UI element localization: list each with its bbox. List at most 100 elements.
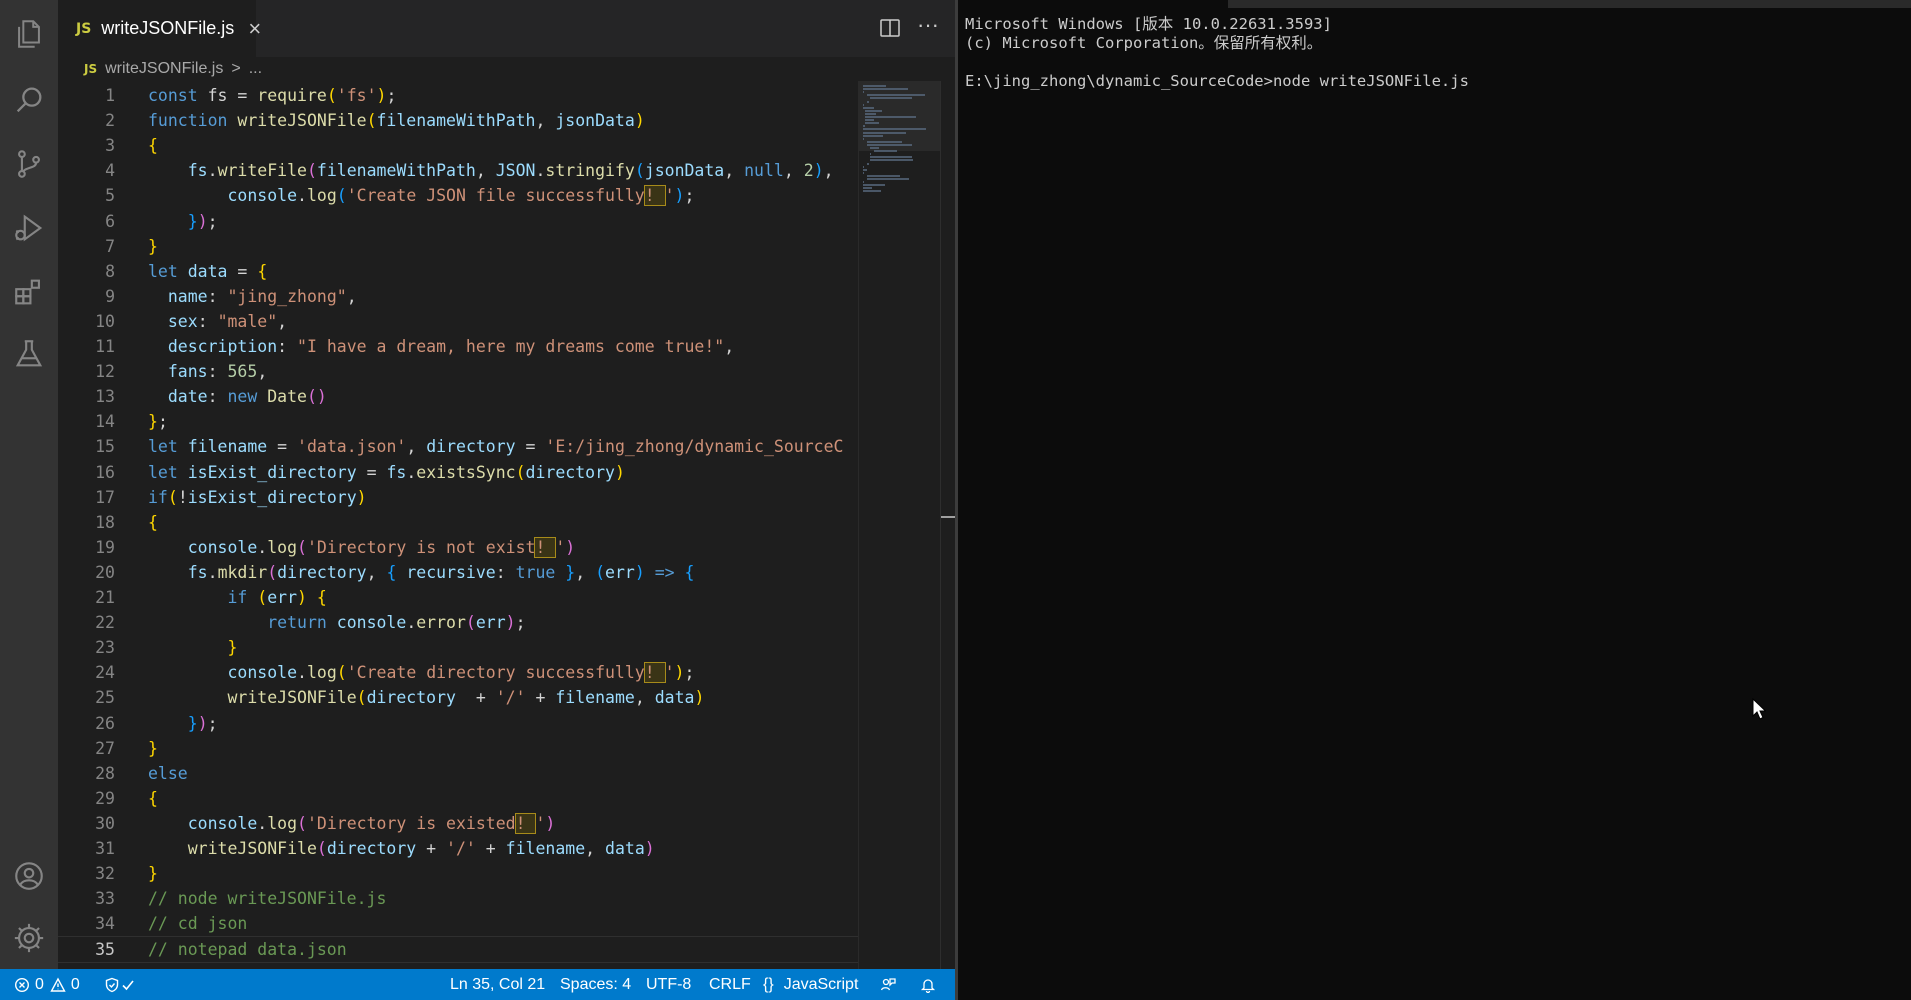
code-text: console.log('Create JSON file successful… — [227, 185, 695, 207]
code-editor[interactable]: 1 const fs = require('fs'); 2 function writ… — [58, 81, 858, 969]
code-line[interactable]: 14}; — [58, 409, 858, 434]
indentation[interactable]: Spaces: 4 — [560, 969, 631, 1000]
code-line[interactable]: 32} — [58, 861, 858, 886]
minimap-line — [863, 103, 864, 106]
code-line[interactable]: 21 if (err) { — [58, 585, 858, 610]
code-line[interactable]: 33 // node writeJSONFile.js — [58, 886, 858, 911]
code-line[interactable]: 10 sex: "male", — [58, 309, 858, 334]
security-check-icon[interactable] — [104, 969, 136, 1000]
code-line[interactable]: 8 let data = { — [58, 259, 858, 284]
tab-writejsonfile[interactable]: JS writeJSONFile.js × — [58, 0, 261, 57]
code-text: writeJSONFile(directory + '/' + filename… — [227, 688, 705, 708]
code-line[interactable]: 23 } — [58, 635, 858, 660]
code-line[interactable]: 27} — [58, 736, 858, 761]
code-line[interactable]: 24 console.log('Create directory success… — [58, 660, 858, 685]
code-line[interactable]: 6 }); — [58, 209, 858, 234]
terminal-window[interactable]: Microsoft Windows [版本 10.0.22631.3593] (… — [958, 0, 1911, 1000]
encoding[interactable]: UTF-8 — [646, 969, 691, 1000]
editor-scrollbar[interactable] — [940, 81, 956, 969]
breadcrumb-separator: > — [231, 60, 241, 77]
code-line[interactable]: 17 if(!isExist_directory) — [58, 485, 858, 510]
line-number: 10 — [95, 311, 115, 331]
code-text: description: "I have a dream, here my dr… — [167, 337, 735, 356]
line-number: 15 — [95, 437, 115, 457]
code-text: } — [227, 638, 238, 658]
terminal-line: (c) Microsoft Corporation。保留所有权利。 — [965, 34, 1323, 52]
code-line[interactable]: 35 // notepad data.json — [58, 936, 858, 964]
code-text: } — [148, 864, 158, 884]
activity-bar — [0, 0, 58, 969]
editor-tabs-bar: JS writeJSONFile.js × ··· — [58, 0, 955, 57]
source-control-icon[interactable] — [9, 144, 49, 184]
line-number: 22 — [95, 613, 115, 633]
code-text: console.log('Directory is existed! ') — [187, 812, 556, 834]
run-debug-icon[interactable] — [9, 208, 49, 248]
code-line[interactable]: 30 console.log('Directory is existed! ') — [58, 811, 858, 836]
minimap-line — [863, 137, 864, 140]
cursor-position[interactable]: Ln 35, Col 21 — [450, 969, 545, 1000]
code-line[interactable]: 4 fs.writeFile(filenameWithPath, JSON.st… — [58, 158, 858, 183]
accounts-icon[interactable] — [9, 856, 49, 896]
code-line[interactable]: 29 { — [58, 786, 858, 811]
terminal-scrollbar[interactable] — [1228, 0, 1911, 8]
line-number: 25 — [95, 688, 115, 708]
feedback-icon[interactable] — [880, 969, 896, 1000]
code-line[interactable]: 3{ — [58, 133, 858, 158]
code-line[interactable]: 19 console.log('Directory is not exist! … — [58, 535, 858, 560]
code-line[interactable]: 7} — [58, 234, 858, 259]
minimap-line — [863, 171, 864, 174]
code-line[interactable]: 20 fs.mkdir(directory, { recursive: true… — [58, 560, 858, 585]
testing-icon[interactable] — [9, 334, 49, 374]
code-line[interactable]: 15 let filename = 'data.json', directory … — [58, 434, 858, 459]
minimap-line — [863, 168, 867, 171]
code-text: }; — [148, 412, 168, 432]
code-line[interactable]: 1 const fs = require('fs'); — [58, 83, 858, 108]
code-line[interactable]: 11 description: "I have a dream, here my… — [58, 334, 858, 359]
code-line[interactable]: 5 console.log('Create JSON file successf… — [58, 183, 858, 208]
search-icon[interactable] — [9, 80, 49, 120]
problems-indicator[interactable]: 0 0 — [14, 969, 80, 1000]
code-line[interactable]: 18 { — [58, 510, 858, 535]
minimap-line — [864, 122, 880, 125]
close-icon[interactable]: × — [248, 17, 261, 40]
vscode-window: JS writeJSONFile.js × ··· JS writeJSONFi… — [0, 0, 956, 1000]
minimap-line — [870, 97, 913, 100]
end-of-line[interactable]: CRLF — [709, 969, 751, 1000]
code-line[interactable]: 25 writeJSONFile(directory + '/' + filen… — [58, 685, 858, 710]
line-number: 30 — [95, 813, 115, 833]
code-line[interactable]: 26 }); — [58, 711, 858, 736]
notifications-bell-icon[interactable] — [920, 969, 936, 1000]
code-line[interactable]: 34 // cd json — [58, 911, 858, 936]
minimap[interactable] — [858, 81, 941, 969]
minimap-line — [863, 91, 864, 94]
line-number: 34 — [95, 914, 115, 934]
line-number: 4 — [105, 161, 115, 181]
more-actions-icon[interactable]: ··· — [915, 14, 941, 36]
minimap-line — [863, 85, 886, 87]
code-line[interactable]: 9 name: "jing_zhong", — [58, 284, 858, 309]
minimap-line — [866, 100, 870, 103]
code-text: // cd json — [148, 914, 248, 934]
code-line[interactable]: 22 return console.error(err); — [58, 610, 858, 635]
minimap-line — [863, 181, 864, 184]
code-line[interactable]: 31 writeJSONFile(directory + '/' + filen… — [58, 836, 858, 861]
code-text: if (err) { — [227, 588, 327, 607]
code-text: fs.writeFile(filenameWithPath, JSON.stri… — [187, 161, 834, 181]
code-line[interactable]: 16 let isExist_directory = fs.existsSync(… — [58, 460, 858, 485]
code-line[interactable]: 28 else — [58, 761, 858, 786]
language-mode[interactable]: {} JavaScript — [763, 969, 858, 1000]
code-line[interactable]: 2 function writeJSONFile(filenameWithPath… — [58, 108, 858, 133]
minimap-line — [866, 94, 926, 97]
extensions-icon[interactable] — [9, 272, 49, 312]
minimap-line — [863, 165, 864, 168]
explorer-icon[interactable] — [9, 14, 49, 54]
breadcrumb-file[interactable]: writeJSONFile.js — [105, 60, 223, 78]
warning-icon — [50, 977, 66, 992]
breadcrumb-symbols[interactable]: ... — [249, 60, 262, 78]
code-line[interactable]: 13 date: new Date() — [58, 384, 858, 409]
code-text: } — [148, 236, 158, 256]
line-number: 8 — [105, 261, 115, 281]
settings-gear-icon[interactable] — [9, 918, 49, 958]
code-line[interactable]: 12 fans: 565, — [58, 359, 858, 384]
split-editor-icon[interactable] — [879, 17, 901, 39]
